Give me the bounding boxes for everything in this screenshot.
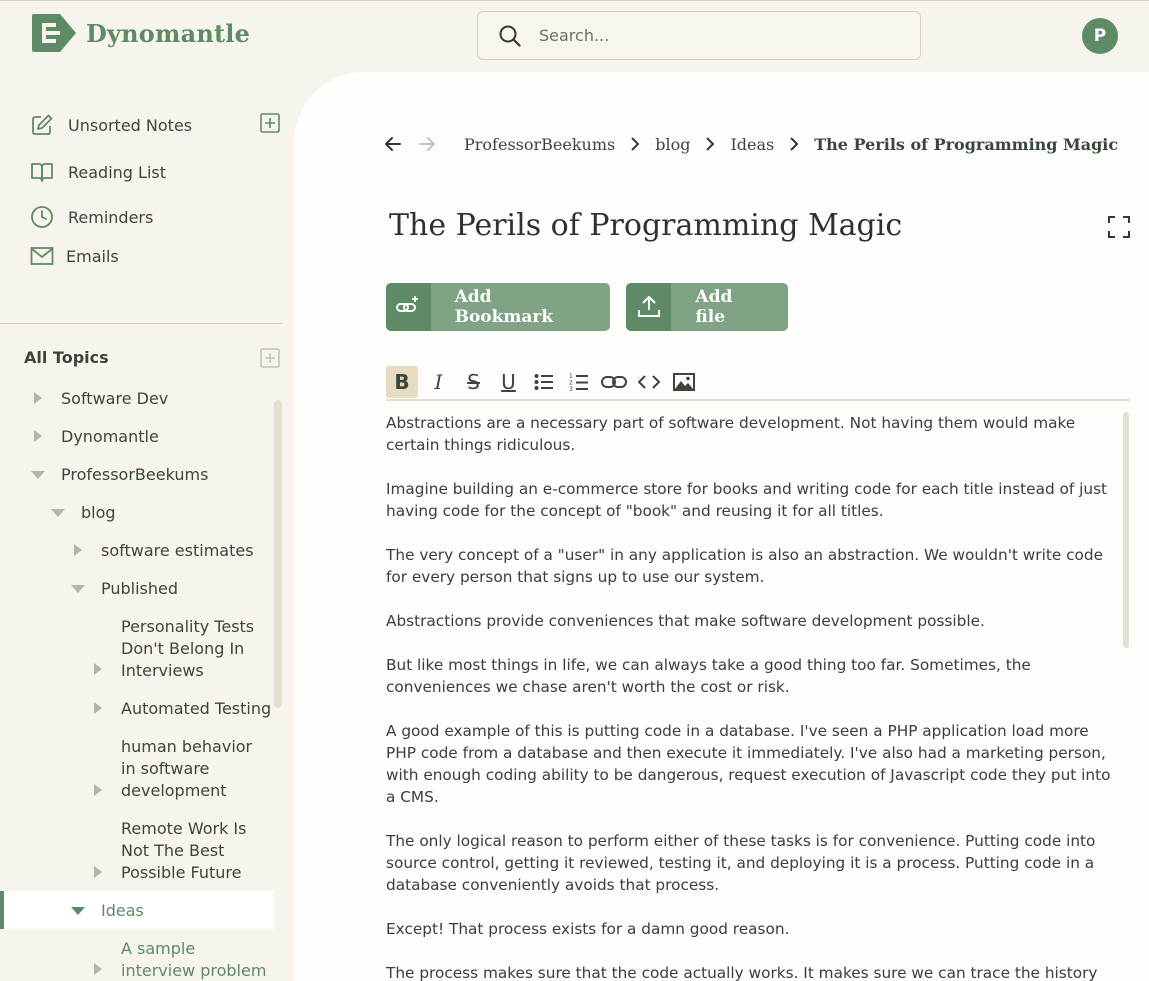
- bullet-list-icon: [534, 374, 553, 390]
- sidebar-divider: [0, 323, 283, 324]
- topic-published[interactable]: Published: [101, 578, 178, 600]
- app-logo[interactable]: Dynomantle: [30, 13, 250, 53]
- topic-ideas[interactable]: Ideas: [101, 900, 144, 922]
- caret-right-icon[interactable]: [73, 544, 83, 556]
- fullscreen-icon[interactable]: [1108, 216, 1130, 238]
- note-paragraph: A good example of this is putting code i…: [386, 722, 1111, 806]
- link-button[interactable]: [596, 366, 631, 398]
- caret-right-icon[interactable]: [93, 963, 103, 975]
- note-paragraph: The very concept of a "user" in any appl…: [386, 546, 1103, 586]
- note-paragraph: But like most things in life, we can alw…: [386, 656, 1031, 696]
- caret-down-icon[interactable]: [71, 584, 85, 594]
- chevron-right-icon: [790, 137, 799, 151]
- add-file-button[interactable]: Add file: [626, 283, 788, 331]
- nav-label: Emails: [66, 246, 119, 266]
- add-topic-icon[interactable]: [260, 348, 280, 368]
- caret-right-icon[interactable]: [33, 430, 43, 442]
- breadcrumb-item[interactable]: Ideas: [730, 135, 774, 154]
- note-paragraph: Except! That process exists for a damn g…: [386, 920, 790, 938]
- edit-note-icon: [32, 114, 53, 135]
- topic-remote-work[interactable]: Remote Work Is Not The Best Possible Fut…: [121, 818, 276, 884]
- numbered-list-button[interactable]: 1 2 3: [561, 366, 596, 398]
- chevron-right-icon: [631, 137, 640, 151]
- search-input[interactable]: [539, 26, 899, 45]
- topic-software-dev[interactable]: Software Dev: [61, 388, 168, 410]
- image-button[interactable]: [666, 366, 701, 398]
- add-note-icon[interactable]: [260, 113, 280, 133]
- breadcrumb-item[interactable]: ProfessorBeekums: [464, 135, 615, 154]
- nav-emails[interactable]: Emails: [30, 244, 119, 268]
- book-icon: [31, 163, 53, 182]
- topic-software-estimates[interactable]: software estimates: [101, 540, 254, 562]
- all-topics-title: All Topics: [24, 348, 109, 367]
- topic-automated-testing[interactable]: Automated Testing: [121, 698, 271, 720]
- caret-right-icon[interactable]: [93, 702, 103, 714]
- add-file-label: Add file: [695, 287, 733, 327]
- search-icon: [499, 25, 521, 47]
- topic-personality-tests[interactable]: Personality Tests Don't Belong In Interv…: [121, 616, 271, 682]
- chevron-right-icon: [706, 137, 715, 151]
- sidebar-scrollbar[interactable]: [274, 400, 282, 708]
- caret-down-icon[interactable]: [51, 508, 65, 518]
- caret-right-icon[interactable]: [33, 392, 43, 404]
- forward-arrow-icon[interactable]: [418, 135, 436, 153]
- back-arrow-icon[interactable]: [384, 135, 402, 153]
- top-border: [0, 0, 1149, 1]
- nav-label: Reminders: [68, 207, 154, 227]
- add-bookmark-button[interactable]: Add Bookmark: [386, 283, 610, 331]
- note-paragraph: Imagine building an e-commerce store for…: [386, 480, 1108, 520]
- italic-button[interactable]: I: [421, 366, 456, 398]
- caret-down-icon[interactable]: [71, 906, 85, 916]
- note-paragraph: The process makes sure that the code act…: [386, 964, 1098, 981]
- note-paragraph: Abstractions provide conveniences that m…: [386, 612, 985, 630]
- strikethrough-button[interactable]: S: [456, 366, 491, 398]
- upload-icon: [626, 283, 672, 331]
- caret-right-icon[interactable]: [93, 784, 103, 796]
- topic-human-behavior[interactable]: human behavior in software development: [121, 736, 271, 802]
- bold-button[interactable]: B: [386, 366, 418, 398]
- nav-unsorted-notes[interactable]: Unsorted Notes: [30, 113, 192, 137]
- caret-down-icon[interactable]: [31, 470, 45, 480]
- editor-toolbar: B I S U 1 2 3: [386, 365, 1130, 401]
- note-title[interactable]: The Perils of Programming Magic: [389, 208, 902, 243]
- image-icon: [672, 373, 695, 391]
- code-icon: [637, 375, 660, 389]
- nav-label: Reading List: [68, 162, 166, 182]
- topic-sample-interview[interactable]: A sample interview problem: [121, 938, 271, 981]
- avatar[interactable]: P: [1082, 18, 1118, 54]
- breadcrumb-current: The Perils of Programming Magic: [814, 134, 1119, 154]
- logo-icon: [32, 14, 76, 52]
- note-paragraph: Abstractions are a necessary part of sof…: [386, 414, 1076, 454]
- svg-text:3: 3: [569, 386, 573, 392]
- topic-dynomantle[interactable]: Dynomantle: [61, 426, 159, 448]
- code-button[interactable]: [631, 366, 666, 398]
- link-plus-icon: [386, 283, 431, 331]
- numbered-list-icon: 1 2 3: [569, 373, 588, 392]
- underline-button[interactable]: U: [491, 366, 526, 398]
- breadcrumb-item[interactable]: blog: [655, 135, 690, 154]
- editor-scrollbar[interactable]: [1123, 412, 1129, 648]
- bullet-list-button[interactable]: [526, 366, 561, 398]
- caret-right-icon[interactable]: [93, 866, 103, 878]
- add-bookmark-label: Add Bookmark: [454, 287, 554, 327]
- nav-reminders[interactable]: Reminders: [30, 205, 153, 229]
- topic-blog[interactable]: blog: [81, 502, 116, 524]
- app-name: Dynomantle: [86, 18, 251, 48]
- topic-professorbeekums[interactable]: ProfessorBeekums: [61, 464, 208, 486]
- note-editor[interactable]: Abstractions are a necessary part of sof…: [386, 412, 1116, 981]
- mail-icon: [30, 247, 54, 265]
- breadcrumb: ProfessorBeekums blog Ideas The Perils o…: [384, 130, 1118, 158]
- clock-icon: [31, 206, 53, 228]
- caret-right-icon[interactable]: [93, 663, 103, 675]
- note-paragraph: The only logical reason to perform eithe…: [386, 832, 1096, 894]
- search-box[interactable]: [477, 11, 921, 60]
- nav-reading-list[interactable]: Reading List: [30, 160, 166, 184]
- nav-label: Unsorted Notes: [68, 115, 193, 135]
- link-icon: [600, 376, 627, 388]
